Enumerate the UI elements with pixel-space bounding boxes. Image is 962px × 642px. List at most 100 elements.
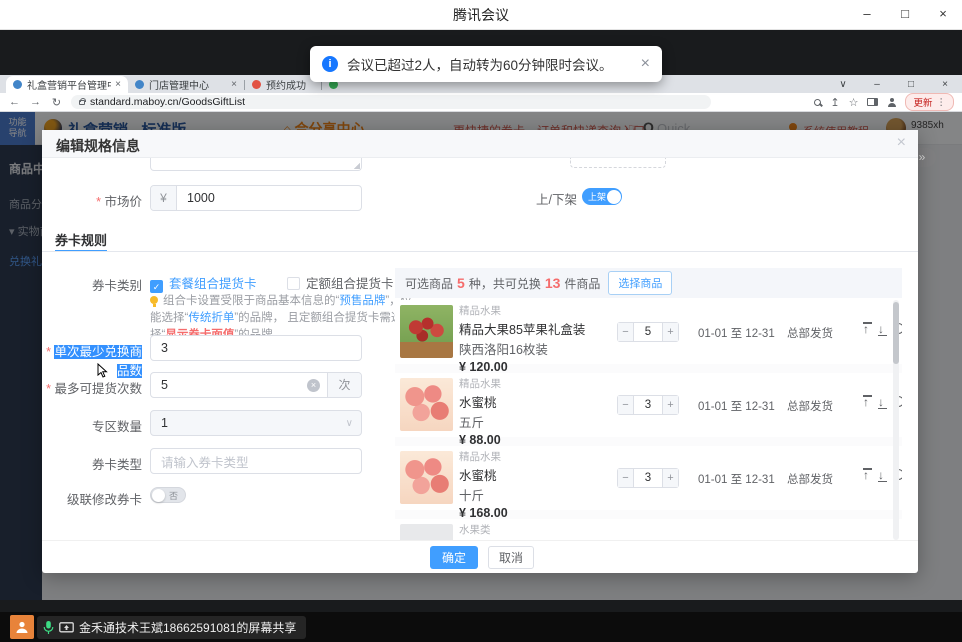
mouse-cursor xyxy=(97,363,108,378)
checkbox-checked-icon: ✓ xyxy=(150,280,163,293)
card-type-input[interactable]: 请输入券卡类型 xyxy=(150,448,362,474)
lightbulb-icon xyxy=(150,296,158,304)
product-category: 水果类 xyxy=(459,522,491,537)
share-bar-text: 金禾通技术王斌18662591081的屏幕共享 xyxy=(79,619,296,636)
url-field[interactable]: standard.maboy.cn/GoodsGiftList xyxy=(71,95,711,109)
browser-addressbar: ← → ↻ standard.maboy.cn/GoodsGiftList ↥ … xyxy=(0,93,962,112)
checkbox-combo-card[interactable]: ✓ 套餐组合提货卡 xyxy=(150,275,257,292)
tab-favicon xyxy=(13,80,22,89)
url-text: standard.maboy.cn/GoodsGiftList xyxy=(90,96,245,108)
move-to-bottom-icon[interactable]: ↓ xyxy=(878,322,884,336)
menu-more-icon[interactable]: ⋮ xyxy=(937,97,947,108)
toast-close-icon[interactable]: × xyxy=(641,56,650,72)
zone-count-select[interactable]: 1 ∨ xyxy=(150,410,362,436)
back-icon[interactable]: ← xyxy=(4,96,25,108)
quantity-stepper: − 5 + xyxy=(617,322,679,342)
screen-share-indicator[interactable]: 金禾通技术王斌18662591081的屏幕共享 xyxy=(37,616,306,639)
market-price-input[interactable]: ¥ 1000 xyxy=(150,185,362,211)
modal-close-icon[interactable]: × xyxy=(897,134,906,152)
select-products-button[interactable]: 选择商品 xyxy=(608,271,672,295)
meeting-toast: i 会议已超过2人，自动转为60分钟限时会议。 × xyxy=(310,46,662,82)
clear-input-icon[interactable]: × xyxy=(307,379,320,392)
checkbox-label: 套餐组合提货卡 xyxy=(169,277,257,291)
scrollbar-thumb[interactable] xyxy=(893,302,899,364)
browser-tab-gift-admin[interactable]: 礼盒营销平台管理中心 × xyxy=(6,76,128,93)
move-to-bottom-icon[interactable]: ↓ xyxy=(878,468,884,482)
move-to-top-icon[interactable]: ↑ xyxy=(863,322,869,336)
reload-icon[interactable]: ↻ xyxy=(46,96,67,109)
header-text: 可选商品 xyxy=(405,275,453,292)
move-to-top-icon[interactable]: ↑ xyxy=(863,468,869,482)
increment-button[interactable]: + xyxy=(662,469,678,487)
lock-icon xyxy=(79,100,85,105)
product-spec: 陕西洛阳16枚装 xyxy=(459,339,585,358)
quantity-stepper: − 3 + xyxy=(617,468,679,488)
product-row: 精品水果 水蜜桃 五斤 ¥ 88.00 − 3 + 01-01 至 12-31 … xyxy=(395,373,902,437)
checkbox-label: 定额组合提货卡 xyxy=(306,277,394,291)
product-row-partial: 水果类 xyxy=(395,519,902,540)
decrement-button[interactable]: − xyxy=(618,469,634,487)
browser-minimize-button[interactable]: – xyxy=(860,79,894,90)
market-price-label: 市场价 xyxy=(42,191,142,210)
checkbox-unchecked-icon xyxy=(287,277,300,290)
move-to-top-icon[interactable]: ↑ xyxy=(863,395,869,409)
product-spec: 五斤 xyxy=(459,412,501,431)
tab-close-icon[interactable]: × xyxy=(115,79,121,90)
bookmark-star-icon[interactable]: ☆ xyxy=(849,96,859,109)
header-text: 种，共可兑换 xyxy=(469,275,541,292)
quantity-value[interactable]: 5 xyxy=(634,323,662,341)
max-pickup-input[interactable]: 5 × 次 xyxy=(150,372,362,398)
tab-label: 预约成功 xyxy=(266,77,314,92)
toast-text: 会议已超过2人，自动转为60分钟限时会议。 xyxy=(347,54,613,74)
close-button[interactable]: × xyxy=(924,0,962,30)
checkbox-fixed-amount-card[interactable]: 定额组合提货卡 xyxy=(287,275,394,292)
product-price: ¥ 88.00 xyxy=(459,433,501,447)
tab-close-icon[interactable]: × xyxy=(231,79,237,90)
tab-search-icon[interactable]: ∨ xyxy=(826,79,860,90)
meeting-title: 腾讯会议 xyxy=(453,5,509,25)
forward-icon[interactable]: → xyxy=(25,96,46,108)
browser-close-button[interactable]: × xyxy=(928,79,962,90)
minimize-button[interactable]: – xyxy=(848,0,886,30)
increment-button[interactable]: + xyxy=(662,323,678,341)
update-button[interactable]: 更新 ⋮ xyxy=(905,93,954,111)
card-category-label: 券卡类别 xyxy=(42,275,142,294)
modal-header: 编辑规格信息 × xyxy=(42,130,918,158)
tab-card-rules[interactable]: 券卡规则 xyxy=(55,230,107,249)
profile-icon[interactable] xyxy=(887,98,896,107)
cascade-toggle[interactable]: 否 xyxy=(150,487,186,503)
person-icon xyxy=(15,620,29,634)
shelf-toggle[interactable]: 上架 xyxy=(582,188,622,205)
decrement-button[interactable]: − xyxy=(618,323,634,341)
products-panel-header: 可选商品 5 种，共可兑换 13 件商品 选择商品 xyxy=(395,268,902,298)
zoom-icon[interactable] xyxy=(814,99,821,106)
min-exchange-input[interactable]: 3 xyxy=(150,335,362,361)
quantity-value[interactable]: 3 xyxy=(634,396,662,414)
confirm-button[interactable]: 确定 xyxy=(430,546,478,569)
validity-range: 01-01 至 12-31 xyxy=(698,471,775,487)
modal-title: 编辑规格信息 xyxy=(56,136,140,156)
browser-tab-store-admin[interactable]: 门店管理中心 × xyxy=(128,76,244,93)
browser-restore-button[interactable]: □ xyxy=(894,79,928,90)
product-row: 精品水果 水蜜桃 十斤 ¥ 168.00 − 3 + 01-01 至 12-31… xyxy=(395,446,902,510)
cascade-toggle-label: 否 xyxy=(169,489,178,502)
min-exchange-label: 单次最少兑换商品数 xyxy=(42,341,142,379)
increment-button[interactable]: + xyxy=(662,396,678,414)
products-list: 精品水果 精品大果85苹果礼盒装 陕西洛阳16枚装 ¥ 120.00 − 5 +… xyxy=(395,300,902,540)
maximize-button[interactable]: □ xyxy=(886,0,924,30)
card-type-label: 券卡类型 xyxy=(42,454,142,473)
scrolled-textarea-remnant[interactable] xyxy=(150,158,362,171)
move-to-bottom-icon[interactable]: ↓ xyxy=(878,395,884,409)
product-image xyxy=(400,451,453,504)
side-panel-icon[interactable] xyxy=(867,98,878,106)
tab-label: 门店管理中心 xyxy=(149,77,227,92)
products-scrollbar[interactable] xyxy=(893,300,899,540)
decrement-button[interactable]: − xyxy=(618,396,634,414)
cancel-button[interactable]: 取消 xyxy=(488,546,534,569)
share-icon[interactable]: ↥ xyxy=(830,96,839,109)
sharer-avatar[interactable] xyxy=(10,615,34,639)
product-kind-count: 5 xyxy=(457,275,465,291)
quantity-value[interactable]: 3 xyxy=(634,469,662,487)
product-category: 精品水果 xyxy=(459,303,585,318)
scrolled-upload-remnant[interactable] xyxy=(570,158,666,168)
